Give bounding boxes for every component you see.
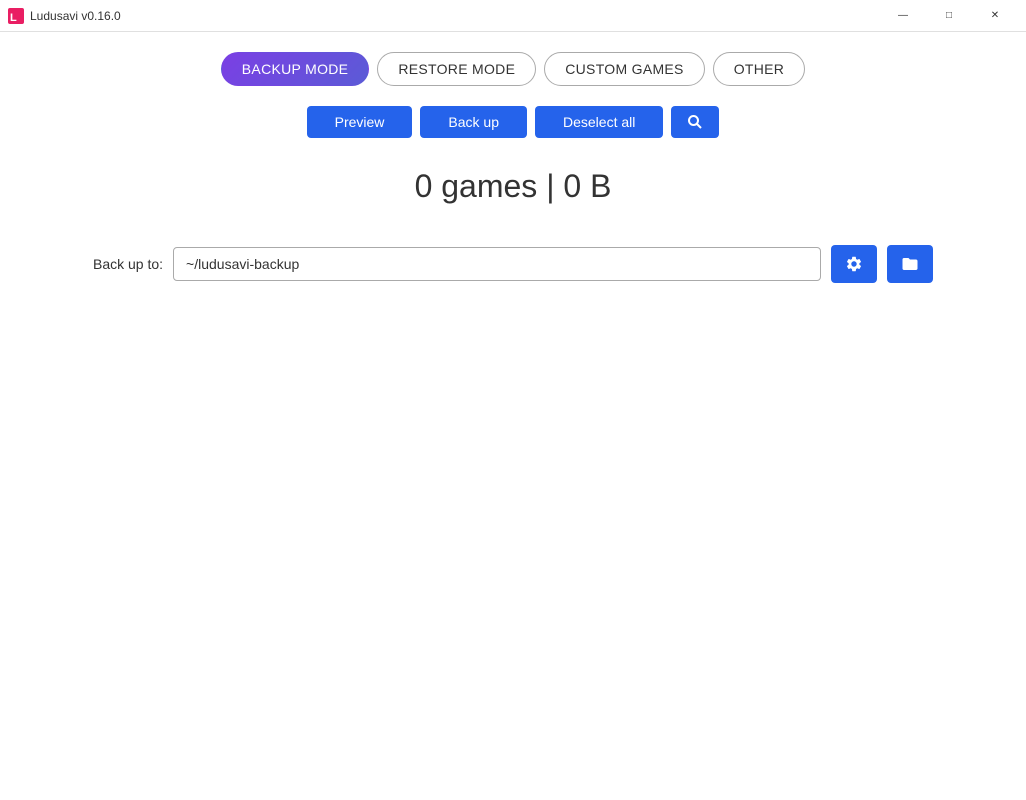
tab-other[interactable]: OTHER [713,52,806,86]
minimize-button[interactable]: — [880,0,926,32]
window-controls: — □ ✕ [880,0,1018,32]
app-title: Ludusavi v0.16.0 [30,9,121,23]
maximize-button[interactable]: □ [926,0,972,32]
backup-path-input[interactable] [173,247,821,281]
maximize-icon: □ [946,11,952,21]
title-bar-left: L Ludusavi v0.16.0 [8,8,121,24]
close-button[interactable]: ✕ [972,0,1018,32]
minimize-icon: — [898,11,908,21]
deselect-all-button[interactable]: Deselect all [535,106,663,138]
preview-button[interactable]: Preview [307,106,413,138]
tab-backup[interactable]: BACKUP MODE [221,52,370,86]
folder-icon [901,255,919,273]
action-buttons: Preview Back up Deselect all [307,106,720,138]
tab-restore[interactable]: RESTORE MODE [377,52,536,86]
backup-settings-button[interactable] [831,245,877,283]
stats-display: 0 games | 0 B [415,168,612,205]
gear-icon [845,255,863,273]
close-icon: ✕ [991,11,999,21]
tab-custom-games[interactable]: CUSTOM GAMES [544,52,704,86]
backup-folder-button[interactable] [887,245,933,283]
backup-destination-row: Back up to: [93,245,933,283]
search-icon [687,114,703,130]
backup-label: Back up to: [93,256,163,272]
search-button[interactable] [671,106,719,138]
backup-button[interactable]: Back up [420,106,527,138]
mode-tabs: BACKUP MODE RESTORE MODE CUSTOM GAMES OT… [221,52,805,86]
title-bar: L Ludusavi v0.16.0 — □ ✕ [0,0,1026,32]
svg-text:L: L [10,12,17,24]
app-icon: L [8,8,24,24]
main-content: BACKUP MODE RESTORE MODE CUSTOM GAMES OT… [0,32,1026,800]
